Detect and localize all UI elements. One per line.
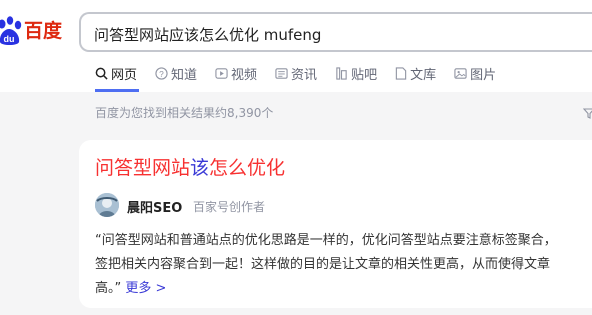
active-tab-indicator [95,89,139,92]
author-avatar[interactable] [95,193,119,217]
tab-images[interactable]: 图片 [454,64,496,83]
result-count: 百度为您找到相关结果约8,390个 [95,106,274,120]
news-icon [275,67,288,80]
tab-video[interactable]: 视频 [215,64,257,83]
tab-wenku[interactable]: 文库 [395,64,436,83]
filter-icon[interactable] [582,104,592,123]
search-icon [95,67,108,80]
snippet-line: “问答型网站和普通站点的优化思路是一样的，优化问答型站点要注意标签聚合， [95,233,557,248]
baidu-logo[interactable]: du 百度 [0,16,62,46]
svg-text:du: du [4,34,15,44]
snippet-line: 签把相关内容聚合到一起！这样做的目的是让文章的相关性更高，从而使得文章 [95,257,551,272]
document-icon [395,67,407,80]
tab-web[interactable]: 网页 [95,64,137,83]
paw-icon: du [0,16,22,45]
snippet-line: 高。” 更多 > [95,281,167,296]
logo-text: 百度 [24,19,63,42]
search-input[interactable]: 问答型网站应该怎么优化 mufeng [94,24,321,45]
image-icon [454,67,467,80]
tab-tieba[interactable]: 贴吧 [335,64,377,83]
result-title-link[interactable]: 问答型网站该怎么优化 [95,153,285,180]
tab-news[interactable]: 资讯 [275,64,317,83]
tab-zhidao[interactable]: ? 知道 [155,64,197,83]
tieba-icon [335,67,348,80]
question-icon: ? [155,67,168,80]
more-link[interactable]: 更多 > [125,281,166,296]
nav-tabs: 网页 ? 知道 视频 资讯 贴吧 文库 图片 [95,64,514,83]
svg-text:?: ? [159,69,164,79]
author-tag: 百家号创作者 [193,200,266,214]
author-name[interactable]: 晨阳SEO [127,197,182,216]
video-icon [215,67,228,80]
